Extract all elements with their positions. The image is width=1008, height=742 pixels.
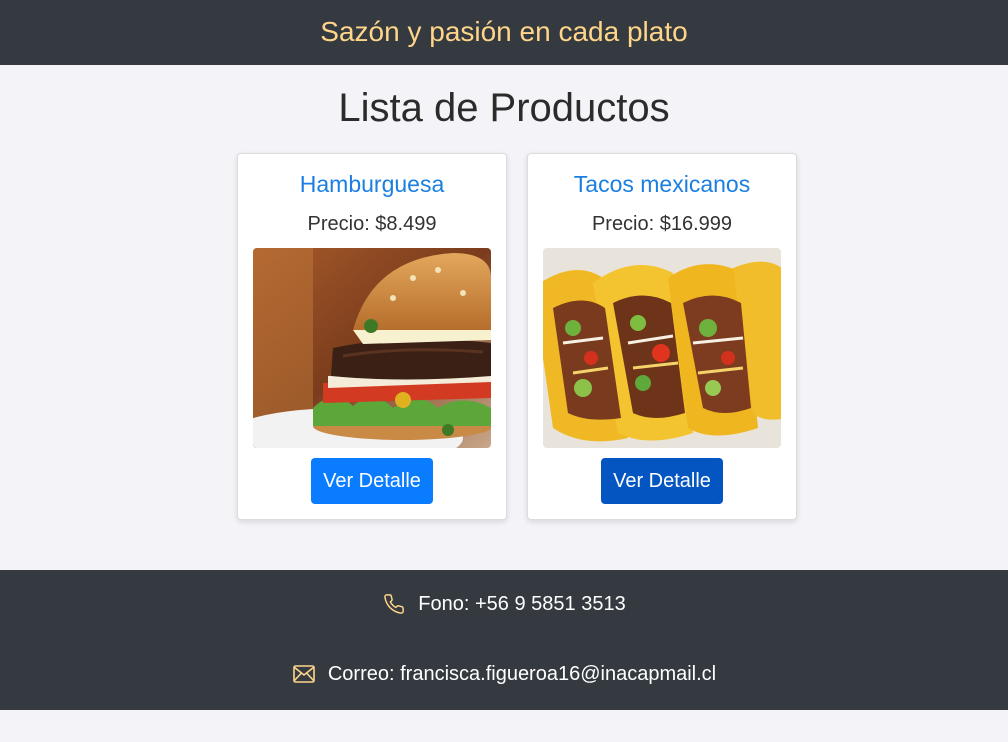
phone-icon (382, 592, 406, 616)
ver-detalle-button[interactable]: Ver Detalle (311, 458, 433, 504)
footer-email: Correo: francisca.figueroa16@inacapmail.… (0, 662, 1008, 686)
product-price: Precio: $16.999 (591, 213, 733, 235)
product-image-tacos (543, 248, 781, 448)
product-name[interactable]: Hamburguesa (238, 171, 506, 198)
product-card-hamburguesa: Hamburguesa Precio: $8.499 Ver Detalle (237, 153, 507, 520)
ver-detalle-button[interactable]: Ver Detalle (601, 458, 723, 504)
envelope-icon (292, 662, 316, 686)
site-footer: Fono: +56 9 5851 3513 Correo: francisca.… (0, 570, 1008, 710)
product-card-tacos: Tacos mexicanos Precio: $16.999 Ver Deta… (527, 153, 797, 520)
email-text[interactable]: Correo: francisca.figueroa16@inacapmail.… (328, 663, 716, 686)
site-slogan: Sazón y pasión en cada plato (320, 15, 688, 47)
product-name[interactable]: Tacos mexicanos (528, 171, 796, 198)
page-title: Lista de Productos (338, 86, 670, 130)
product-price: Precio: $8.499 (307, 213, 437, 235)
footer-phone: Fono: +56 9 5851 3513 (0, 592, 1008, 616)
phone-text: Fono: +56 9 5851 3513 (418, 592, 626, 615)
product-image-hamburger (253, 248, 491, 448)
site-header: Sazón y pasión en cada plato (0, 0, 1008, 65)
